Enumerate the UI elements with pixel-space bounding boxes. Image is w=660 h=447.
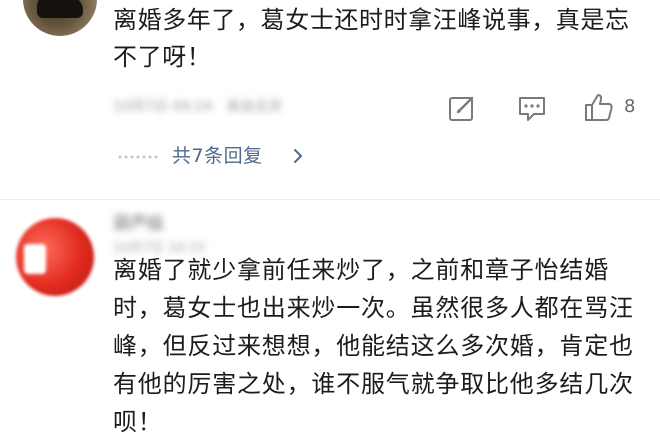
edit-button[interactable] <box>446 92 478 124</box>
like-count: 8 <box>624 96 636 117</box>
comment-meta: 10月7日 09:24 来自北京 <box>113 97 313 117</box>
comment-icon <box>519 97 545 121</box>
comment-text: 离婚多年了，葛女士还时时拿汪峰说事，真是忘不了呀！ <box>113 6 630 71</box>
comment-divider <box>0 199 660 200</box>
dog-silhouette <box>37 0 83 18</box>
comment-time: 10月7日 09:24 <box>113 99 213 115</box>
thumbs-up-icon <box>585 94 613 121</box>
comment-button[interactable] <box>516 92 548 124</box>
comment-location: 来自北京 <box>226 99 283 115</box>
edit-icon <box>449 96 474 121</box>
view-replies-link[interactable]: 共7条回复 <box>172 141 263 171</box>
like-button[interactable] <box>583 92 615 124</box>
comment-text: 离婚了就少拿前任来炒了，之前和章子怡结婚时，葛女士也出来炒一次。虽然很多人都在骂… <box>113 256 634 436</box>
chevron-right-icon[interactable] <box>290 147 306 165</box>
author-name[interactable]: 葫芦娃 <box>113 212 203 236</box>
avatar[interactable] <box>16 218 94 296</box>
avatar[interactable] <box>23 0 97 36</box>
avatar-badge <box>24 244 46 274</box>
replies-dots <box>117 155 159 159</box>
